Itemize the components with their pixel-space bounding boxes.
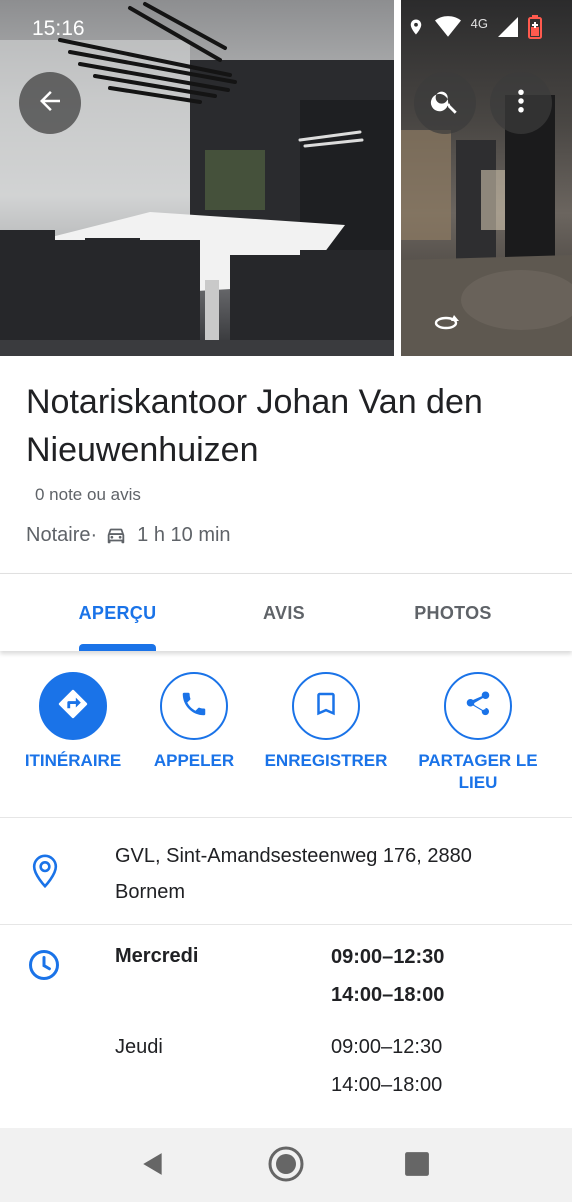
- place-pin-icon: [32, 854, 58, 893]
- directions-label: ITINÉRAIRE: [24, 751, 122, 770]
- opening-hours[interactable]: Mercredi 09:00–12:30 14:00–18:00 Jeudi 0…: [0, 925, 572, 1125]
- drive-time: 1 h 10 min: [137, 523, 231, 546]
- hours-slot: 09:00–12:30: [331, 1036, 443, 1058]
- status-icons: 4G: [407, 14, 542, 44]
- search-button[interactable]: [414, 72, 476, 134]
- directions-icon: [56, 687, 90, 726]
- more-options-button[interactable]: [490, 72, 552, 134]
- share-icon: [463, 689, 493, 724]
- hours-day-today: Mercredi: [115, 945, 199, 967]
- location-icon: [407, 16, 425, 43]
- directions-circle[interactable]: [39, 672, 107, 740]
- back-button[interactable]: [19, 72, 81, 134]
- car-icon: [105, 524, 127, 546]
- home-circle-icon: [267, 1145, 305, 1188]
- system-recents-button[interactable]: [397, 1146, 437, 1186]
- call-circle[interactable]: [160, 672, 228, 740]
- status-bar: 15:16 4G: [0, 0, 572, 60]
- active-tab-indicator: [79, 644, 156, 651]
- bookmark-icon: [311, 689, 341, 724]
- clock-icon: [26, 947, 62, 988]
- place-category: Notaire: [26, 523, 91, 546]
- network-type: 4G: [470, 15, 488, 31]
- address-line-1: GVL, Sint-Amandsesteenweg 176, 2880: [115, 845, 472, 867]
- place-meta: Notaire · 1 h 10 min: [26, 522, 231, 548]
- save-label: ENREGISTRER: [264, 751, 388, 770]
- place-title: Notariskantoor Johan Van den Nieuwenhuiz…: [26, 383, 483, 469]
- call-label: APPELER: [153, 751, 235, 770]
- hours-day: Jeudi: [115, 1036, 163, 1058]
- address-text: GVL, Sint-Amandsesteenweg 176, 2880 Born…: [115, 838, 545, 910]
- hours-slot: 09:00–12:30: [331, 946, 445, 968]
- system-home-button[interactable]: [266, 1146, 306, 1186]
- search-icon: [429, 85, 461, 122]
- address-row[interactable]: GVL, Sint-Amandsesteenweg 176, 2880 Born…: [0, 818, 572, 924]
- rating-summary[interactable]: 0 note ou avis: [35, 485, 141, 505]
- tab-photos[interactable]: PHOTOS: [372, 574, 534, 652]
- signal-icon: [498, 16, 518, 43]
- system-back-button[interactable]: [133, 1146, 173, 1186]
- square-recents-icon: [404, 1151, 430, 1182]
- battery-icon: [528, 14, 542, 44]
- triangle-back-icon: [140, 1151, 166, 1182]
- action-buttons: ITINÉRAIRE APPELER ENREGISTRER PARTAGER …: [0, 660, 572, 817]
- address-line-2: Bornem: [115, 881, 186, 903]
- directions-button[interactable]: ITINÉRAIRE: [18, 672, 128, 772]
- share-place-label: PARTAGER LE LIEU: [418, 751, 538, 792]
- arrow-back-icon: [35, 86, 65, 121]
- hours-slot: 14:00–18:00: [331, 1074, 443, 1096]
- hours-slot: 14:00–18:00: [331, 984, 445, 1006]
- system-nav-bar: [0, 1128, 572, 1202]
- share-circle[interactable]: [444, 672, 512, 740]
- save-circle[interactable]: [292, 672, 360, 740]
- status-time: 15:16: [32, 17, 85, 40]
- panorama-rotate-icon[interactable]: [432, 313, 460, 338]
- meta-separator: ·: [90, 523, 98, 546]
- tab-reviews[interactable]: AVIS: [205, 574, 363, 652]
- phone-icon: [179, 689, 209, 724]
- more-vert-icon: [506, 86, 536, 121]
- call-button[interactable]: APPELER: [144, 672, 244, 772]
- share-place-button[interactable]: PARTAGER LE LIEU: [412, 672, 544, 794]
- tab-overview[interactable]: APERÇU: [40, 574, 195, 652]
- save-button[interactable]: ENREGISTRER: [258, 672, 394, 772]
- tab-bar: APERÇU AVIS PHOTOS: [0, 573, 572, 651]
- wifi-icon: [434, 15, 461, 43]
